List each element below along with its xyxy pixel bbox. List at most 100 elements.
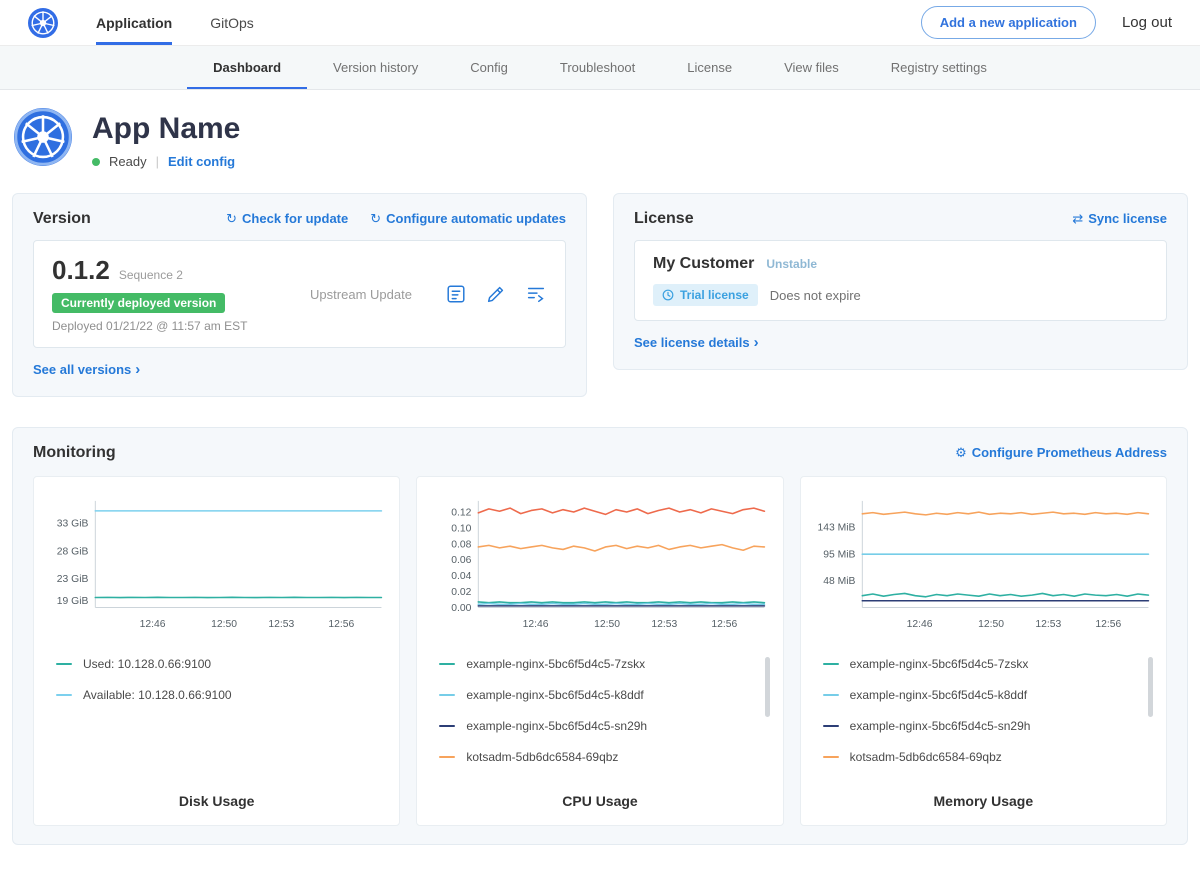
tab-license[interactable]: License: [661, 46, 758, 89]
svg-text:0.08: 0.08: [452, 539, 472, 550]
see-all-versions-link[interactable]: See all versions ›: [33, 361, 566, 378]
sync-license-link[interactable]: ⇄ Sync license: [1072, 211, 1167, 227]
chart-panel-cpu: 0.120.100.080.060.040.020.0012:4612:5012…: [416, 476, 783, 826]
config-icon[interactable]: [485, 283, 507, 305]
version-sequence: Sequence 2: [119, 268, 183, 282]
memory-usage-chart-title: Memory Usage: [811, 775, 1156, 809]
disk-usage-chart-title: Disk Usage: [44, 775, 389, 809]
svg-text:0.06: 0.06: [452, 555, 472, 566]
legend-label: Used: 10.128.0.66:9100: [83, 657, 211, 671]
svg-text:0.02: 0.02: [452, 587, 472, 598]
deploy-logs-icon[interactable]: [525, 283, 547, 305]
monitoring-title: Monitoring: [33, 444, 116, 462]
upstream-update-label: Upstream Update: [277, 287, 445, 302]
legend-item[interactable]: example-nginx-5bc6f5d4c5-7zskx: [823, 657, 1142, 671]
deployed-badge: Currently deployed version: [52, 293, 225, 313]
legend-item[interactable]: example-nginx-5bc6f5d4c5-7zskx: [439, 657, 758, 671]
memory-usage-chart: 143 MiB95 MiB48 MiB12:4612:5012:5312:56: [811, 493, 1156, 639]
license-card-title: License: [634, 210, 694, 228]
release-notes-icon[interactable]: [445, 283, 467, 305]
svg-text:12:46: 12:46: [140, 619, 166, 630]
check-for-update-label: Check for update: [242, 211, 348, 226]
svg-text:12:56: 12:56: [1095, 619, 1121, 630]
legend-item[interactable]: Used: 10.128.0.66:9100: [56, 657, 375, 671]
add-new-application-button[interactable]: Add a new application: [921, 6, 1096, 39]
trial-license-badge: Trial license: [653, 284, 758, 306]
nav-tab-gitops[interactable]: GitOps: [210, 0, 254, 45]
sync-license-label: Sync license: [1088, 211, 1167, 226]
see-license-details-link[interactable]: See license details ›: [634, 334, 1167, 351]
sync-icon: ⇄: [1072, 212, 1083, 227]
primary-nav: Application GitOps: [96, 0, 254, 45]
app-status-row: Ready | Edit config: [92, 154, 240, 169]
legend-item[interactable]: kotsadm-5db6dc6584-69qbz: [439, 750, 758, 764]
legend-label: Available: 10.128.0.66:9100: [83, 688, 232, 702]
license-info-box: My Customer Unstable Trial license Does …: [634, 240, 1167, 321]
cards-row: Version ↻Check for update ↻Configure aut…: [0, 193, 1200, 397]
tab-dashboard[interactable]: Dashboard: [187, 46, 307, 89]
channel-name: Unstable: [766, 257, 817, 271]
see-all-versions-label: See all versions: [33, 362, 131, 377]
logout-link[interactable]: Log out: [1122, 14, 1172, 31]
legend-swatch-icon: [439, 663, 455, 665]
version-action-icons: [445, 283, 547, 305]
tab-config[interactable]: Config: [444, 46, 534, 89]
svg-text:0.04: 0.04: [452, 571, 472, 582]
auto-update-icon: ↻: [370, 212, 381, 227]
svg-text:12:53: 12:53: [652, 619, 678, 630]
version-info: 0.1.2 Sequence 2 Currently deployed vers…: [52, 255, 277, 333]
svg-text:19 GiB: 19 GiB: [57, 596, 89, 607]
nav-right: Add a new application Log out: [921, 0, 1172, 45]
trial-license-label: Trial license: [680, 288, 749, 302]
chevron-right-icon: ›: [135, 361, 140, 378]
monitoring-header: Monitoring ⚙ Configure Prometheus Address: [33, 444, 1167, 462]
configure-automatic-updates-link[interactable]: ↻ Configure automatic updates: [370, 211, 566, 227]
edit-config-link[interactable]: Edit config: [168, 154, 235, 169]
tab-view-files[interactable]: View files: [758, 46, 865, 89]
configure-prometheus-label: Configure Prometheus Address: [972, 445, 1167, 460]
cpu-usage-chart: 0.120.100.080.060.040.020.0012:4612:5012…: [427, 493, 772, 639]
see-license-details-label: See license details: [634, 335, 750, 350]
legend-scrollbar[interactable]: [765, 657, 770, 717]
svg-text:48 MiB: 48 MiB: [823, 576, 855, 587]
svg-text:12:50: 12:50: [594, 619, 620, 630]
chart-panel-memory: 143 MiB95 MiB48 MiB12:4612:5012:5312:56 …: [800, 476, 1167, 826]
nav-tab-application[interactable]: Application: [96, 0, 172, 45]
chevron-right-icon: ›: [754, 334, 759, 351]
legend-swatch-icon: [823, 725, 839, 727]
configure-automatic-updates-label: Configure automatic updates: [386, 211, 566, 226]
legend-swatch-icon: [439, 725, 455, 727]
svg-text:12:46: 12:46: [523, 619, 549, 630]
legend-item[interactable]: example-nginx-5bc6f5d4c5-k8ddf: [823, 688, 1142, 702]
tab-version-history[interactable]: Version history: [307, 46, 444, 89]
cpu-usage-legend: example-nginx-5bc6f5d4c5-7zskx example-ng…: [427, 655, 772, 775]
svg-text:12:46: 12:46: [906, 619, 932, 630]
tab-troubleshoot[interactable]: Troubleshoot: [534, 46, 661, 89]
legend-item[interactable]: example-nginx-5bc6f5d4c5-k8ddf: [439, 688, 758, 702]
svg-text:23 GiB: 23 GiB: [57, 574, 89, 585]
svg-text:12:50: 12:50: [211, 619, 237, 630]
disk-usage-chart: 33 GiB28 GiB23 GiB19 GiB12:4612:5012:531…: [44, 493, 389, 639]
legend-item[interactable]: example-nginx-5bc6f5d4c5-sn29h: [439, 719, 758, 733]
app-header-text: App Name Ready | Edit config: [92, 108, 240, 169]
legend-label: example-nginx-5bc6f5d4c5-sn29h: [850, 719, 1031, 733]
legend-item[interactable]: Available: 10.128.0.66:9100: [56, 688, 375, 702]
refresh-icon: ↻: [226, 212, 237, 227]
legend-item[interactable]: kotsadm-5db6dc6584-69qbz: [823, 750, 1142, 764]
legend-label: example-nginx-5bc6f5d4c5-7zskx: [850, 657, 1029, 671]
legend-label: kotsadm-5db6dc6584-69qbz: [850, 750, 1002, 764]
check-for-update-link[interactable]: ↻ Check for update: [226, 211, 348, 227]
legend-label: example-nginx-5bc6f5d4c5-k8ddf: [466, 688, 643, 702]
legend-scrollbar[interactable]: [1148, 657, 1153, 717]
clock-icon: [662, 289, 674, 301]
svg-text:0.12: 0.12: [452, 507, 472, 518]
kubernetes-logo-icon: [28, 0, 58, 45]
version-card: Version ↻Check for update ↻Configure aut…: [12, 193, 587, 397]
current-version-box: 0.1.2 Sequence 2 Currently deployed vers…: [33, 240, 566, 348]
tab-registry-settings[interactable]: Registry settings: [865, 46, 1013, 89]
legend-swatch-icon: [823, 756, 839, 758]
gear-icon: ⚙: [955, 446, 967, 461]
legend-swatch-icon: [56, 663, 72, 665]
legend-item[interactable]: example-nginx-5bc6f5d4c5-sn29h: [823, 719, 1142, 733]
configure-prometheus-link[interactable]: ⚙ Configure Prometheus Address: [955, 445, 1167, 461]
